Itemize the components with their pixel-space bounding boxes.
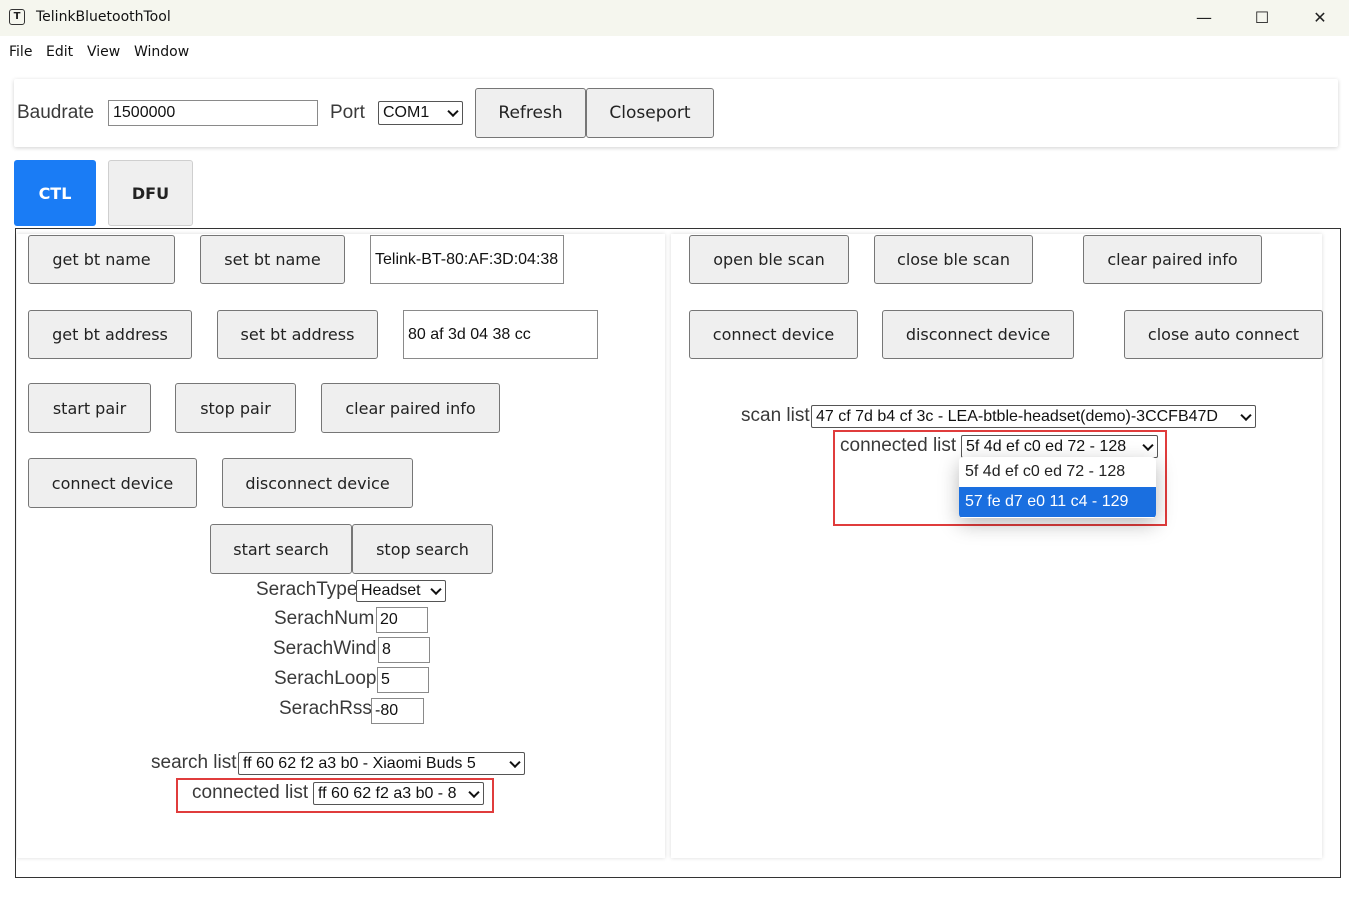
stop-pair-button[interactable]: stop pair (175, 383, 296, 433)
app-icon: T (9, 9, 25, 25)
chevron-down-icon (447, 105, 459, 118)
search-type-label: SerachType (256, 579, 358, 600)
ble-clear-paired-info-button[interactable]: clear paired info (1083, 235, 1262, 284)
connected-list-select[interactable]: ff 60 62 f2 a3 b0 - 8 (313, 782, 484, 805)
close-auto-connect-button[interactable]: close auto connect (1124, 310, 1323, 359)
set-bt-address-button[interactable]: set bt address (217, 310, 378, 359)
port-select-value: COM1 (383, 104, 430, 121)
minimize-button[interactable]: — (1175, 0, 1233, 36)
search-list-value: ff 60 62 f2 a3 b0 - Xiaomi Buds 5 (243, 755, 476, 772)
connected-list-label: connected list (192, 782, 309, 803)
ble-connected-list-dropdown: 5f 4d ef c0 ed 72 - 128 57 fe d7 e0 11 c… (959, 457, 1156, 518)
title-bar: T TelinkBluetoothTool — ☐ ✕ (0, 0, 1349, 37)
stop-search-button[interactable]: stop search (352, 524, 493, 574)
scan-list-value: 47 cf 7d b4 cf 3c - LEA-btble-headset(de… (816, 408, 1218, 425)
chevron-down-icon (1240, 409, 1252, 421)
scan-list-select[interactable]: 47 cf 7d b4 cf 3c - LEA-btble-headset(de… (811, 405, 1256, 428)
ble-connect-device-button[interactable]: connect device (689, 310, 858, 359)
open-ble-scan-button[interactable]: open ble scan (689, 235, 849, 284)
ble-connected-list-select[interactable]: 5f 4d ef c0 ed 72 - 128 (961, 435, 1158, 458)
bt-address-input[interactable]: 80 af 3d 04 38 cc (403, 310, 598, 359)
port-select[interactable]: COM1 (378, 101, 463, 125)
search-rssi-input[interactable]: -80 (371, 698, 424, 724)
search-wind-label: SerachWind (273, 638, 377, 659)
closeport-button[interactable]: Closeport (586, 88, 714, 138)
window-title: TelinkBluetoothTool (36, 9, 171, 25)
search-list-label: search list (151, 752, 237, 773)
dropdown-option[interactable]: 5f 4d ef c0 ed 72 - 128 (959, 457, 1156, 487)
search-loop-input[interactable]: 5 (377, 667, 429, 693)
refresh-button[interactable]: Refresh (475, 88, 586, 138)
chevron-down-icon (509, 756, 521, 768)
menu-view[interactable]: View (87, 44, 120, 60)
scan-list-label: scan list (741, 405, 810, 426)
search-type-value: Headset (361, 582, 421, 599)
search-rssi-label: SerachRssi (279, 698, 377, 719)
menu-window[interactable]: Window (134, 44, 189, 60)
search-list-select[interactable]: ff 60 62 f2 a3 b0 - Xiaomi Buds 5 (238, 752, 525, 775)
dropdown-option-highlighted[interactable]: 57 fe d7 e0 11 c4 - 129 (959, 487, 1156, 517)
baudrate-label: Baudrate (17, 102, 95, 123)
chevron-down-icon (468, 786, 480, 798)
menu-bar: File Edit View Window (0, 36, 1349, 70)
close-ble-scan-button[interactable]: close ble scan (874, 235, 1033, 284)
search-num-input[interactable]: 20 (376, 607, 428, 633)
get-bt-address-button[interactable]: get bt address (28, 310, 192, 359)
ble-disconnect-device-button[interactable]: disconnect device (882, 310, 1074, 359)
close-button[interactable]: ✕ (1291, 0, 1349, 36)
chevron-down-icon (1142, 439, 1154, 451)
disconnect-device-button[interactable]: disconnect device (222, 458, 413, 508)
tab-dfu[interactable]: DFU (108, 160, 193, 226)
menu-edit[interactable]: Edit (46, 44, 73, 60)
ble-connected-list-label: connected list (840, 435, 957, 456)
search-type-select[interactable]: Headset (356, 580, 446, 602)
start-pair-button[interactable]: start pair (28, 383, 151, 433)
chevron-down-icon (430, 583, 442, 596)
get-bt-name-button[interactable]: get bt name (28, 235, 175, 284)
search-num-label: SerachNum (274, 608, 375, 629)
search-wind-input[interactable]: 8 (378, 637, 430, 663)
ble-connected-list-value: 5f 4d ef c0 ed 72 - 128 (966, 438, 1127, 455)
search-loop-label: SerachLoop (274, 668, 377, 689)
set-bt-name-button[interactable]: set bt name (200, 235, 345, 284)
tab-ctl[interactable]: CTL (14, 160, 96, 226)
connect-device-button[interactable]: connect device (28, 458, 197, 508)
bt-name-input[interactable]: Telink-BT-80:AF:3D:04:38 (370, 235, 564, 284)
port-label: Port (330, 102, 365, 123)
clear-paired-info-button[interactable]: clear paired info (321, 383, 500, 433)
connected-list-value: ff 60 62 f2 a3 b0 - 8 (318, 785, 457, 802)
maximize-button[interactable]: ☐ (1233, 0, 1291, 36)
baudrate-input[interactable]: 1500000 (108, 100, 318, 126)
menu-file[interactable]: File (9, 44, 32, 60)
start-search-button[interactable]: start search (210, 524, 352, 574)
